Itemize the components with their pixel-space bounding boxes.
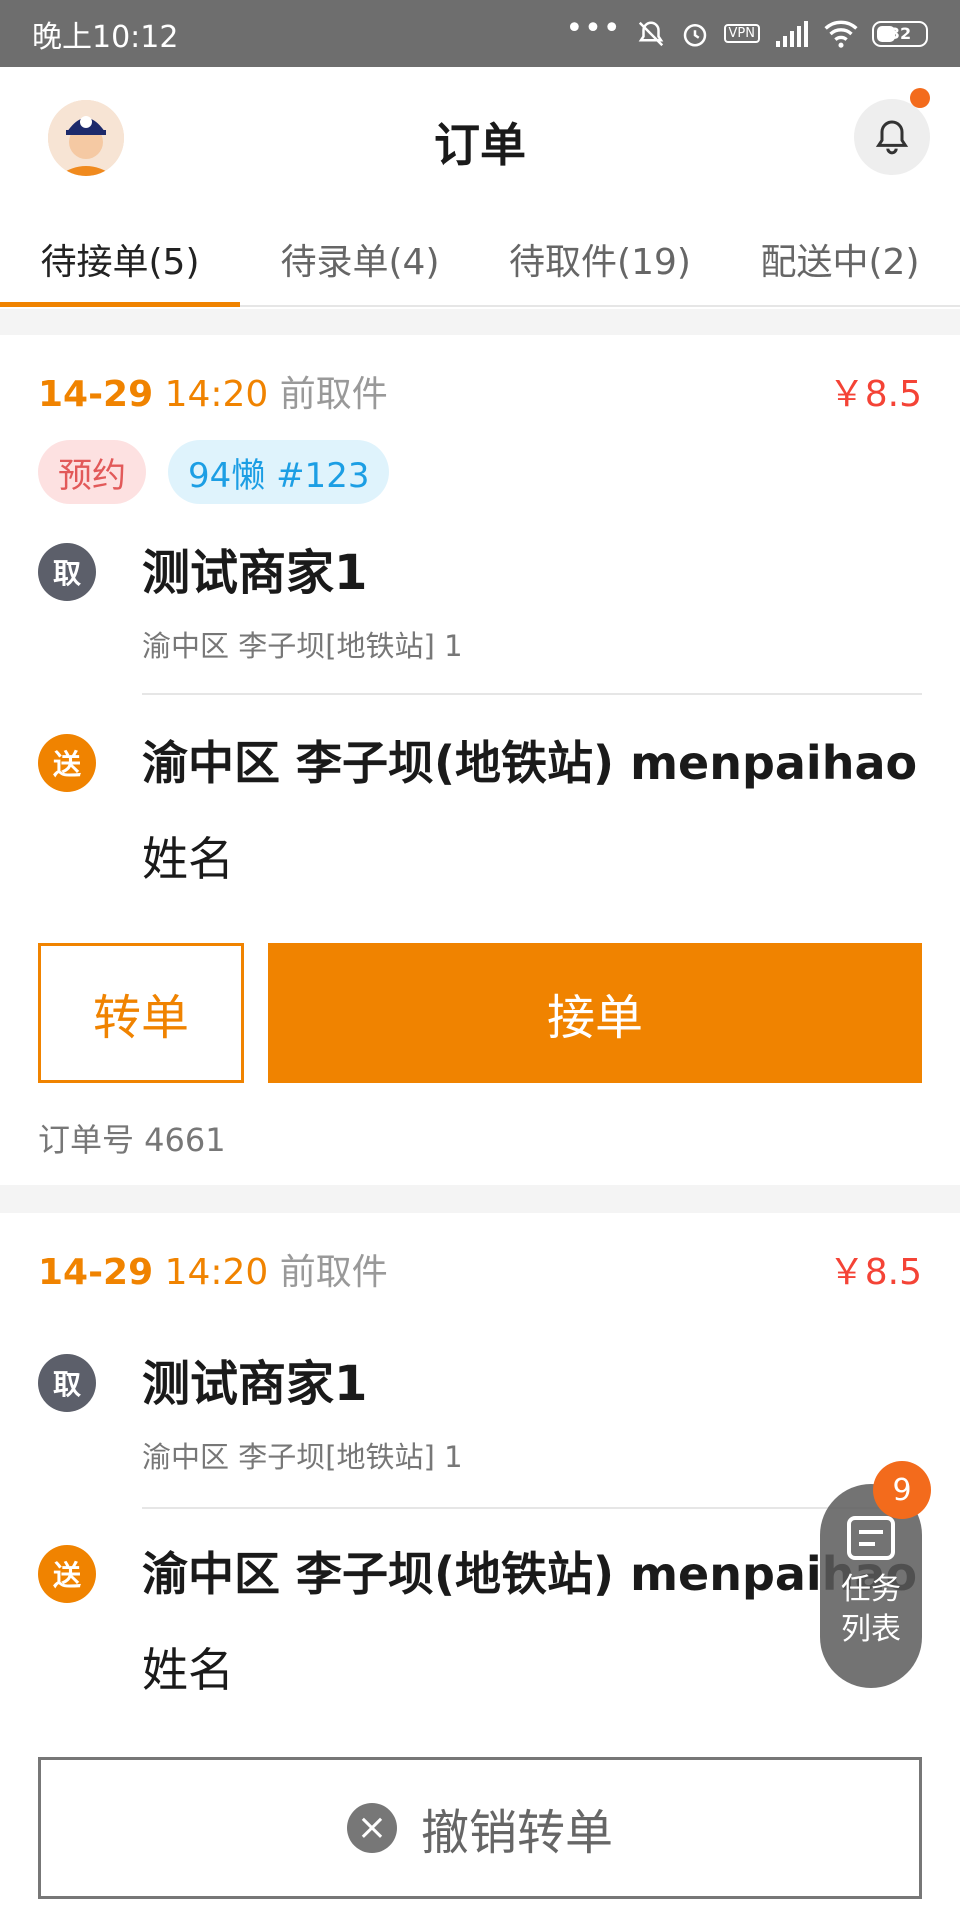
shop-name: 测试商家1 [142, 545, 368, 601]
tab-pending-accept[interactable]: 待接单(5) [0, 207, 240, 307]
task-count-badge: 9 [873, 1461, 931, 1519]
notification-dot [910, 88, 930, 108]
pickup-time: 14-29 14:20 前取件 [38, 1243, 388, 1295]
courier-tag: 94懒 #123 [168, 440, 390, 504]
accept-button[interactable]: 接单 [268, 943, 922, 1083]
app-header: 订单 [0, 67, 960, 207]
pickup-hour: 14:20 [164, 374, 269, 415]
order-card: 14-29 14:20 前取件 ￥8.5 取 测试商家1 渝中区 李子坝[地铁站… [0, 1213, 960, 1920]
order-price: ￥8.5 [828, 1252, 922, 1293]
pickup-time: 14-29 14:20 前取件 [38, 365, 388, 417]
pickup-suffix: 前取件 [279, 374, 388, 415]
pickup-date: 14-29 [38, 374, 154, 415]
shop-name: 测试商家1 [142, 1356, 368, 1412]
recipient-name: 姓名 [142, 1643, 234, 1697]
task-list-label: 任务 列表 [841, 1572, 901, 1647]
tab-pending-pickup[interactable]: 待取件(19) [480, 207, 720, 305]
pickup-date: 14-29 [38, 1252, 154, 1293]
delivery-address: 渝中区 李子坝(地铁站) menpaihao [142, 736, 918, 790]
section-gap [0, 1185, 960, 1213]
order-number: 订单号 4661 [38, 1121, 226, 1159]
cancel-transfer-button[interactable]: × 撤销转单 [38, 1757, 922, 1899]
divider [142, 1507, 922, 1509]
status-time: 晚上10:12 [32, 19, 179, 55]
pickup-suffix: 前取件 [279, 1252, 388, 1293]
more-dots-icon: ••• [565, 10, 622, 46]
order-price: ￥8.5 [828, 374, 922, 415]
notification-button[interactable] [854, 99, 930, 175]
wifi-icon [824, 20, 858, 48]
order-tabs: 待接单(5) 待录单(4) 待取件(19) 配送中(2) [0, 207, 960, 307]
delivery-badge: 送 [38, 1545, 96, 1603]
transfer-button[interactable]: 转单 [38, 943, 244, 1083]
shop-address: 渝中区 李子坝[地铁站] 1 [142, 1440, 463, 1474]
status-icons: ••• VPN 32 [565, 13, 928, 49]
battery-icon: 32 [872, 20, 928, 47]
divider [142, 693, 922, 695]
page-title: 订单 [434, 118, 526, 172]
delivery-address: 渝中区 李子坝(地铁站) menpaihao [142, 1547, 918, 1601]
cancel-transfer-label: 撤销转单 [420, 1805, 613, 1861]
recipient-name: 姓名 [142, 832, 234, 886]
signal-icon [776, 20, 808, 47]
reserve-tag: 预约 [38, 440, 146, 504]
alarm-icon [683, 23, 706, 46]
status-bar: 晚上10:12 ••• VPN 32 [0, 0, 960, 67]
pickup-hour: 14:20 [164, 1252, 269, 1293]
section-gap [0, 309, 960, 335]
tab-pending-entry[interactable]: 待录单(4) [240, 207, 480, 305]
shop-address: 渝中区 李子坝[地铁站] 1 [142, 629, 463, 663]
order-card: 14-29 14:20 前取件 ￥8.5 预约 94懒 #123 取 测试商家1… [0, 335, 960, 1185]
mute-bell-icon [638, 20, 663, 46]
close-circle-icon: × [346, 1803, 397, 1853]
delivery-badge: 送 [38, 734, 96, 792]
tab-delivering[interactable]: 配送中(2) [720, 207, 960, 305]
pickup-badge: 取 [38, 1354, 96, 1412]
pickup-badge: 取 [38, 543, 96, 601]
task-list-icon [847, 1516, 895, 1560]
vpn-icon: VPN [723, 24, 760, 43]
bell-icon [875, 120, 909, 155]
